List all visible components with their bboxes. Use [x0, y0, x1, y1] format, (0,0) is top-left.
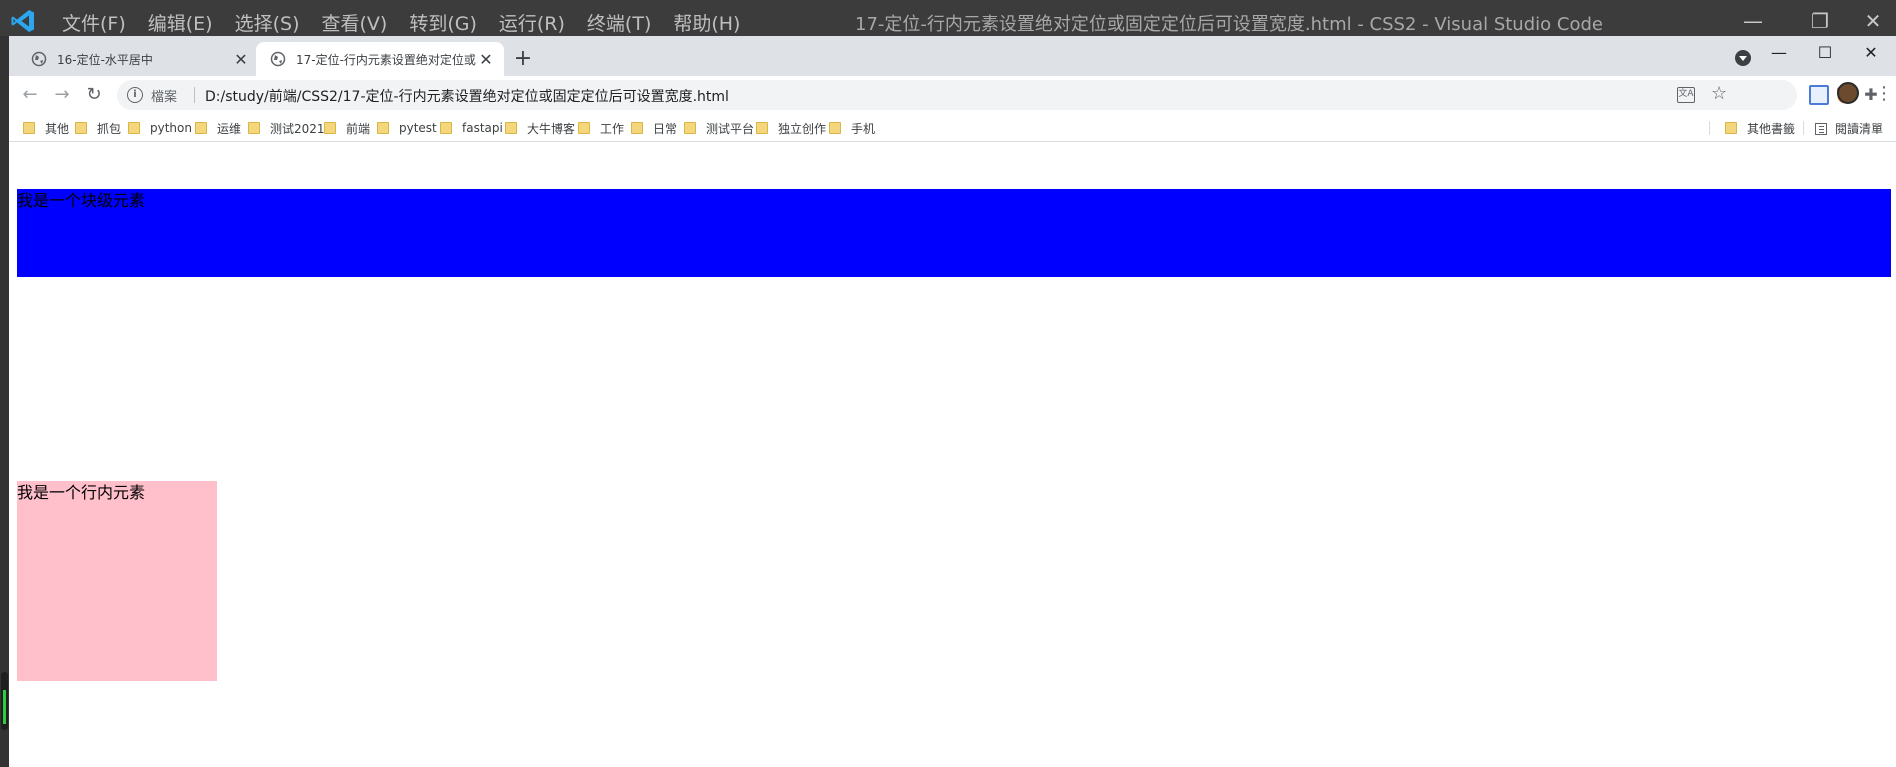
bookmark-folder[interactable]: fastapi	[440, 120, 503, 136]
tab-strip: 16-定位-水平居中 ✕ 17-定位-行内元素设置绝对定位或固定定位后可设置宽度…	[9, 36, 1896, 76]
bookmark-star-icon[interactable]: ☆	[1711, 83, 1727, 104]
folder-icon	[23, 122, 35, 134]
bookmarks-separator	[1709, 121, 1710, 135]
address-separator	[194, 87, 195, 103]
window-title: 17-定位-行内元素设置绝对定位或固定定位后可设置宽度.html - CSS2 …	[855, 14, 1603, 35]
folder-icon	[440, 122, 452, 134]
block-element-text: 我是一个块级元素	[17, 191, 146, 210]
tab-close-icon[interactable]: ✕	[476, 50, 496, 69]
screen-capture-extension-icon[interactable]	[1809, 85, 1829, 105]
folder-icon	[578, 122, 590, 134]
folder-icon	[195, 122, 207, 134]
info-icon[interactable]: i	[127, 87, 143, 103]
tab-close-icon[interactable]: ✕	[231, 50, 251, 69]
folder-icon	[829, 122, 841, 134]
url-text[interactable]: D:/study/前端/CSS2/17-定位-行内元素设置绝对定位或固定定位后可…	[205, 86, 729, 106]
site-info-chip[interactable]: 檔案	[151, 86, 177, 105]
reading-list-separator	[1803, 121, 1804, 135]
folder-icon	[631, 122, 643, 134]
bookmark-folder[interactable]: 工作	[578, 120, 624, 136]
folder-icon	[324, 122, 336, 134]
menu-run[interactable]: 运行(R)	[499, 9, 565, 36]
vscode-close-button[interactable]: ✕	[1858, 6, 1888, 36]
scroll-indicator[interactable]	[1, 672, 8, 730]
folder-icon	[756, 122, 768, 134]
back-button[interactable]: ←	[19, 84, 41, 106]
folder-icon	[505, 122, 517, 134]
vscode-minimize-button[interactable]: —	[1738, 6, 1768, 36]
globe-icon	[270, 51, 286, 67]
folder-icon	[1725, 122, 1737, 134]
vscode-logo-icon	[11, 10, 34, 32]
bookmarks-bar: 其他 抓包 python 运维 测试2021 前端 pytest fastapi…	[9, 114, 1896, 142]
forward-button[interactable]: →	[51, 84, 73, 106]
more-menu-icon[interactable]: ⋮	[1875, 84, 1893, 104]
tab-17-inline-positioning[interactable]: 17-定位-行内元素设置绝对定位或固定定位后可设置宽度 ✕	[256, 42, 504, 76]
bookmark-folder[interactable]: 测试平台	[684, 120, 754, 136]
menu-file[interactable]: 文件(F)	[62, 9, 126, 36]
vscode-restore-button[interactable]: ❐	[1805, 6, 1835, 36]
bookmark-folder[interactable]: 测试2021	[248, 120, 325, 136]
other-bookmarks-folder[interactable]: 其他書籤	[1725, 120, 1795, 136]
tab-16-horizontal-center[interactable]: 16-定位-水平居中 ✕	[17, 42, 259, 76]
bookmark-folder[interactable]: 日常	[631, 120, 677, 136]
address-bar[interactable]: i 檔案 D:/study/前端/CSS2/17-定位-行内元素设置绝对定位或固…	[117, 80, 1797, 110]
reading-list-button[interactable]: 閱讀清單	[1815, 120, 1883, 137]
profile-avatar[interactable]	[1837, 82, 1859, 104]
vscode-menubar: 文件(F) 编辑(E) 选择(S) 查看(V) 转到(G) 运行(R) 终端(T…	[62, 9, 740, 36]
new-tab-button[interactable]: +	[511, 48, 535, 72]
browser-close-button[interactable]: ✕	[1854, 40, 1888, 66]
bookmark-folder[interactable]: python	[128, 120, 192, 136]
browser-toolbar: ← → ↻ i 檔案 D:/study/前端/CSS2/17-定位-行内元素设置…	[9, 76, 1896, 114]
folder-icon	[248, 122, 260, 134]
browser-maximize-button[interactable]: ☐	[1808, 40, 1842, 66]
browser-minimize-button[interactable]: —	[1762, 40, 1796, 66]
tab-label: 16-定位-水平居中	[57, 52, 153, 67]
inline-element: 我是一个行内元素	[17, 481, 217, 681]
folder-icon	[377, 122, 389, 134]
bookmark-folder[interactable]: 独立创作	[756, 120, 826, 136]
tab-search-icon[interactable]	[1735, 50, 1751, 66]
browser-window: 16-定位-水平居中 ✕ 17-定位-行内元素设置绝对定位或固定定位后可设置宽度…	[9, 36, 1896, 767]
menu-help[interactable]: 帮助(H)	[673, 9, 740, 36]
menu-edit[interactable]: 编辑(E)	[148, 9, 213, 36]
page-viewport: 我是一个块级元素 我是一个行内元素	[9, 143, 1896, 767]
folder-icon	[75, 122, 87, 134]
reload-button[interactable]: ↻	[83, 84, 105, 106]
folder-icon	[128, 122, 140, 134]
vscode-titlebar: 文件(F) 编辑(E) 选择(S) 查看(V) 转到(G) 运行(R) 终端(T…	[0, 0, 1896, 36]
block-element: 我是一个块级元素	[17, 189, 1891, 277]
globe-icon	[31, 51, 47, 67]
folder-icon	[684, 122, 696, 134]
vscode-left-gutter	[0, 36, 9, 767]
translate-icon[interactable]: 文A	[1677, 87, 1695, 103]
bookmark-folder[interactable]: 大牛博客	[505, 120, 575, 136]
menu-selection[interactable]: 选择(S)	[235, 9, 300, 36]
bookmark-folder[interactable]: pytest	[377, 120, 437, 136]
menu-view[interactable]: 查看(V)	[322, 9, 388, 36]
bookmark-folder[interactable]: 前端	[324, 120, 370, 136]
bookmark-folder[interactable]: 手机	[829, 120, 875, 136]
menu-terminal[interactable]: 终端(T)	[587, 9, 651, 36]
reading-list-icon	[1815, 122, 1827, 135]
bookmark-folder[interactable]: 其他	[23, 120, 69, 136]
inline-element-text: 我是一个行内元素	[17, 483, 146, 502]
bookmark-folder[interactable]: 抓包	[75, 120, 121, 136]
tab-label: 17-定位-行内元素设置绝对定位或固定定位后可设置宽度	[296, 52, 476, 67]
bookmark-folder[interactable]: 运维	[195, 120, 241, 136]
menu-go[interactable]: 转到(G)	[409, 9, 477, 36]
